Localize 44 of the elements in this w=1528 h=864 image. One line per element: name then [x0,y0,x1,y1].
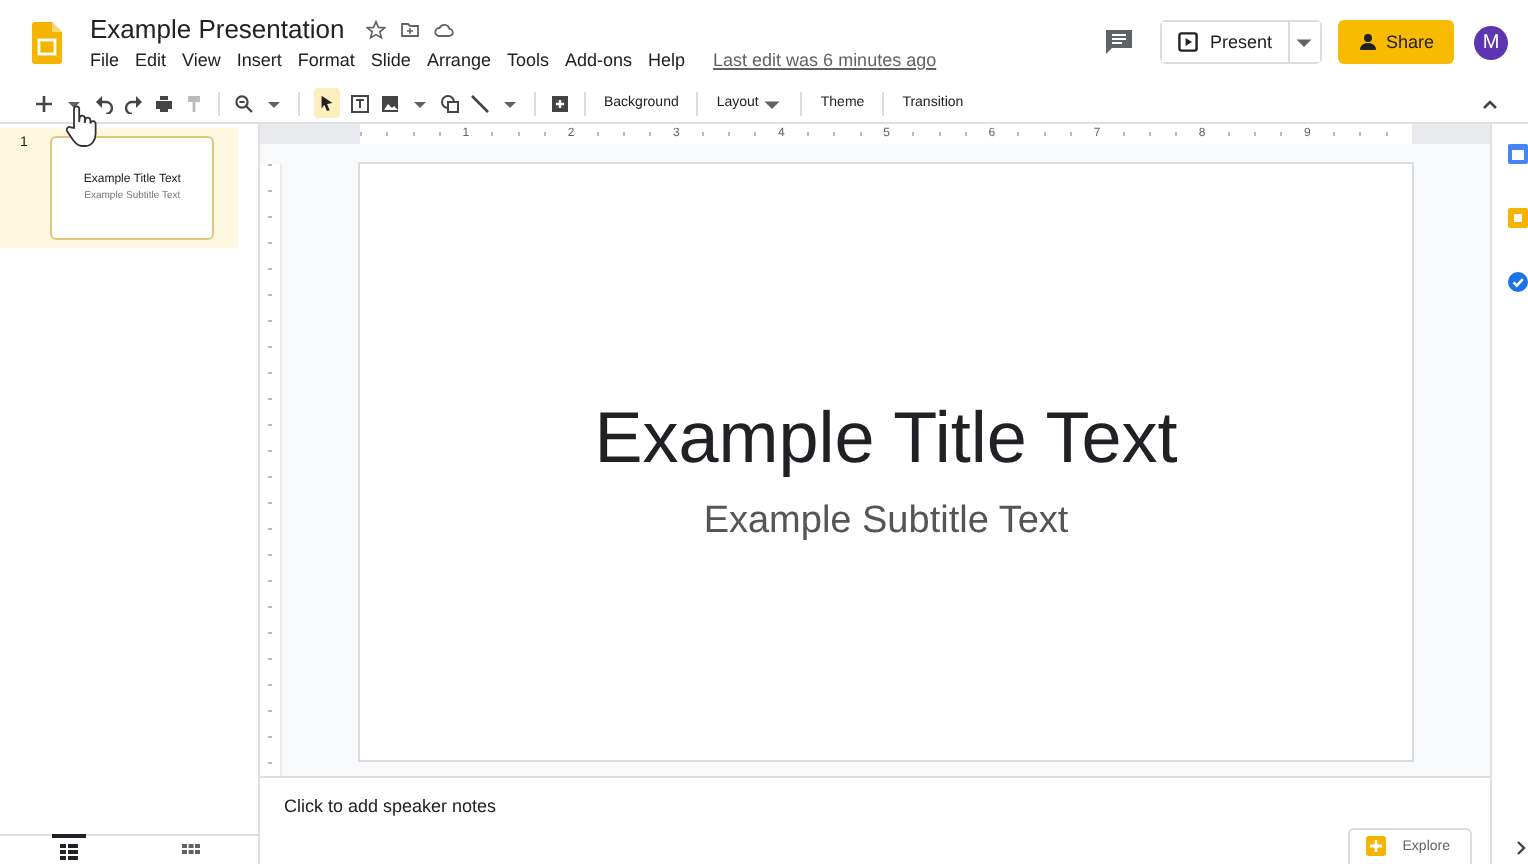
menu-item[interactable]: Edit [135,50,167,70]
image-icon[interactable] [380,93,400,113]
checkmark-icon[interactable] [1508,272,1528,292]
redo-icon[interactable] [124,93,144,113]
plus-icon[interactable] [34,93,54,113]
slide-title[interactable]: Example Title Text [594,396,1178,480]
slide-canvas[interactable]: Example Title Text Example Subtitle Text [360,164,1412,760]
comment-icon[interactable] [1105,30,1132,54]
person-icon [1357,32,1378,52]
menu-item[interactable]: Insert [236,50,282,70]
speaker-notes-placeholder[interactable]: Click to add speaker notes [284,796,1490,816]
line-icon[interactable] [470,93,490,113]
hand-cursor-icon [62,104,102,148]
zoom-icon[interactable] [234,93,254,113]
add-comment-icon[interactable] [550,93,570,113]
document-title[interactable]: Example Presentation [90,14,345,44]
present-options-button[interactable] [1287,22,1320,62]
share-button[interactable]: Share [1337,20,1454,64]
menu-item[interactable]: Add-ons [564,50,633,70]
print-icon[interactable] [154,93,174,113]
grid-view-icon [182,844,200,860]
pointer-icon[interactable] [314,88,340,118]
menu-item[interactable]: Arrange [426,50,491,70]
text-box-icon[interactable] [350,93,370,113]
shape-icon[interactable] [440,93,460,113]
slide-subtitle[interactable]: Example Subtitle Text [703,500,1069,544]
filmstrip-view-icon [60,844,78,860]
last-edit-link[interactable]: Last edit was 6 minutes ago [713,50,937,70]
folder-icon[interactable] [400,19,421,39]
menu-item[interactable]: Format [297,50,355,70]
avatar[interactable]: M [1474,25,1508,59]
explore-icon [1366,836,1387,856]
cloud-icon [434,19,455,39]
star-icon[interactable] [366,19,387,39]
menu-item[interactable]: View [182,50,221,70]
play-icon [1177,32,1198,52]
menu-item[interactable]: Tools [506,50,549,70]
chevron-icon[interactable] [1516,840,1528,856]
calendar-icon[interactable] [1508,144,1528,164]
menu-item[interactable]: File [90,50,120,70]
view-toggle[interactable] [52,834,86,860]
undo-icon[interactable] [94,93,114,113]
menu-item[interactable]: Slide [370,50,411,70]
menu-item[interactable]: Help [648,50,686,70]
